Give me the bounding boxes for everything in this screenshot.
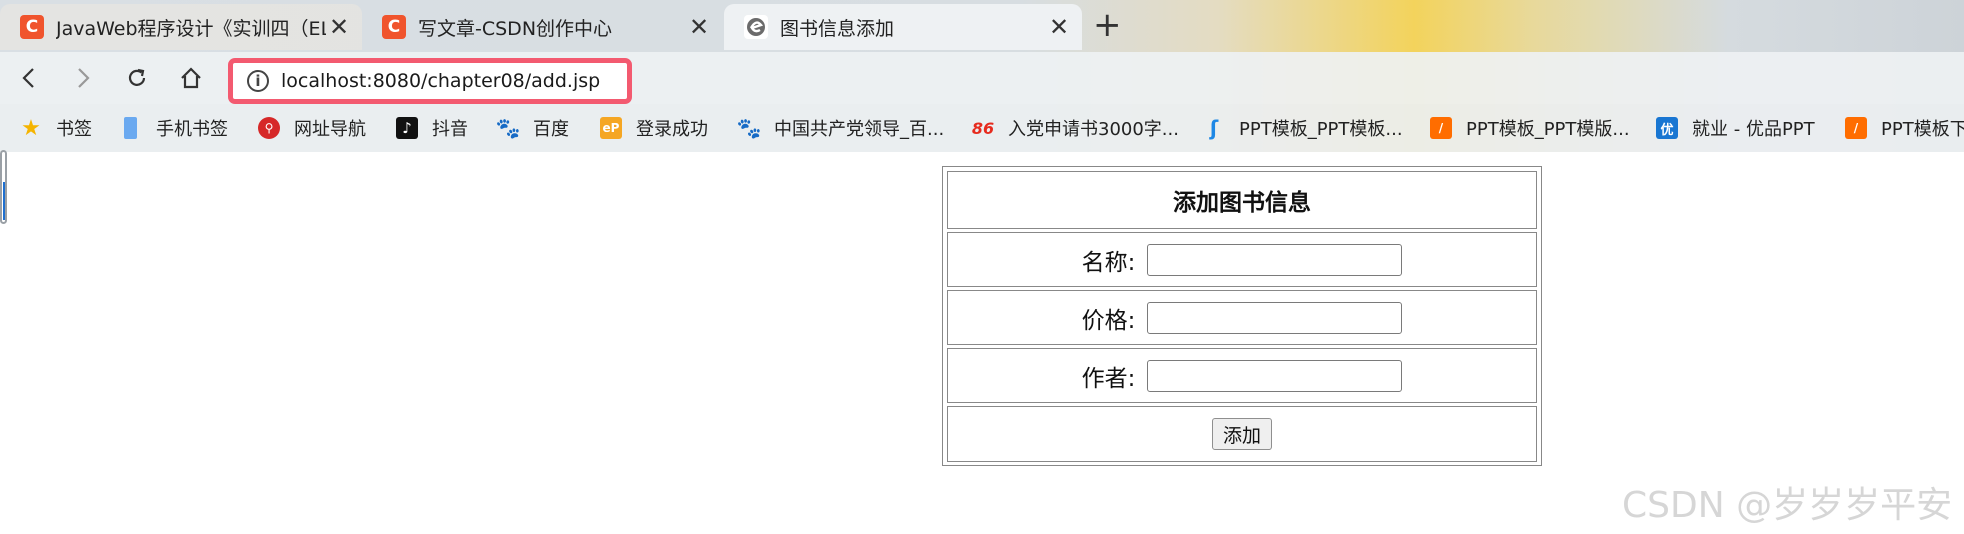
star-icon: ★ <box>21 115 41 141</box>
baidu-paw-icon: 🐾 <box>495 116 521 140</box>
tab-title: JavaWeb程序设计《实训四（EL和 <box>56 17 326 40</box>
ppt-swirl-icon: ʃ <box>1209 116 1219 140</box>
close-icon[interactable]: ✕ <box>1046 13 1072 41</box>
author-label: 作者: <box>1081 365 1136 392</box>
author-input[interactable] <box>1147 359 1403 392</box>
bookmark-item[interactable]: 86 入党申请书3000字... <box>972 114 1179 142</box>
baidu-paw-icon: 🐾 <box>736 116 762 140</box>
tab-bar: C JavaWeb程序设计《实训四（EL和 ✕ C 写文章-CSDN创作中心 ✕… <box>0 0 1964 50</box>
tab-javaweb[interactable]: C JavaWeb程序设计《实训四（EL和 ✕ <box>0 4 362 50</box>
name-label: 名称: <box>1081 249 1136 276</box>
bookmark-item[interactable]: ♪ 抖音 <box>396 114 468 142</box>
bookmark-item[interactable]: / PPT模板_PPT模版... <box>1430 114 1630 142</box>
phone-icon <box>124 117 137 139</box>
bookmark-item[interactable]: eP 登录成功 <box>600 114 708 142</box>
tab-title: 图书信息添加 <box>780 17 895 40</box>
bookmark-item[interactable]: 优 就业 - 优品PPT <box>1656 114 1815 142</box>
csdn-c-icon: C <box>382 15 406 39</box>
nav-icon: ⚲ <box>258 117 280 139</box>
info-icon[interactable]: i <box>247 70 269 92</box>
browser-chrome: C JavaWeb程序设计《实训四（EL和 ✕ C 写文章-CSDN创作中心 ✕… <box>0 0 1964 152</box>
name-input[interactable] <box>1147 243 1403 276</box>
form-heading-row: 添加图书信息 <box>947 171 1537 229</box>
bookmark-item[interactable]: / PPT模板下 <box>1845 114 1964 142</box>
bookmark-item[interactable]: 🐾 中国共产党领导_百... <box>736 114 945 142</box>
86-icon: 86 <box>971 118 995 138</box>
scrollbar[interactable] <box>0 150 7 224</box>
tab-book-add[interactable]: 图书信息添加 ✕ <box>724 4 1082 50</box>
address-url: localhost:8080/chapter08/add.jsp <box>281 70 601 92</box>
tab-csdn-write[interactable]: C 写文章-CSDN创作中心 ✕ <box>362 4 722 50</box>
home-icon[interactable] <box>172 60 210 96</box>
ep-icon: eP <box>600 117 622 139</box>
bookmark-item[interactable]: 🐾 百度 <box>495 114 569 142</box>
close-icon[interactable]: ✕ <box>326 13 352 41</box>
back-arrow-icon[interactable] <box>10 60 48 96</box>
page-e-icon <box>744 15 768 39</box>
bookmark-item[interactable]: ★ 书签 <box>20 114 92 142</box>
add-book-form-table: 添加图书信息 名称: 价格: 作者: 添加 <box>942 166 1542 466</box>
form-heading: 添加图书信息 <box>1173 190 1311 216</box>
author-row: 作者: <box>947 348 1537 403</box>
price-label: 价格: <box>1081 307 1136 334</box>
bookmark-item[interactable]: 手机书签 <box>120 114 228 142</box>
navigation-toolbar: i localhost:8080/chapter08/add.jsp <box>0 52 1964 104</box>
new-tab-plus-icon[interactable]: + <box>1093 8 1122 42</box>
douyin-icon: ♪ <box>396 117 418 139</box>
price-row: 价格: <box>947 290 1537 345</box>
reload-icon[interactable] <box>118 60 156 96</box>
csdn-c-icon: C <box>20 15 44 39</box>
bookmarks-bar: ★ 书签 手机书签 ⚲ 网址导航 ♪ 抖音 🐾 百度 eP 登录成功 🐾 中国共… <box>0 104 1964 152</box>
bookmark-item[interactable]: ʃ PPT模板_PPT模板... <box>1203 114 1403 142</box>
forward-arrow-icon[interactable] <box>64 60 102 96</box>
close-icon[interactable]: ✕ <box>686 13 712 41</box>
address-bar[interactable]: i localhost:8080/chapter08/add.jsp <box>228 58 632 104</box>
ppt-slash-icon: / <box>1430 117 1452 139</box>
csdn-watermark: CSDN @岁岁岁平安 <box>1622 485 1953 526</box>
ppt-slash-icon: / <box>1845 117 1867 139</box>
tab-title: 写文章-CSDN创作中心 <box>418 17 613 40</box>
price-input[interactable] <box>1147 301 1403 334</box>
submit-row: 添加 <box>947 406 1537 462</box>
add-button[interactable]: 添加 <box>1211 418 1272 450</box>
youpin-icon: 优 <box>1656 117 1678 139</box>
bookmark-item[interactable]: ⚲ 网址导航 <box>258 114 366 142</box>
name-row: 名称: <box>947 232 1537 287</box>
